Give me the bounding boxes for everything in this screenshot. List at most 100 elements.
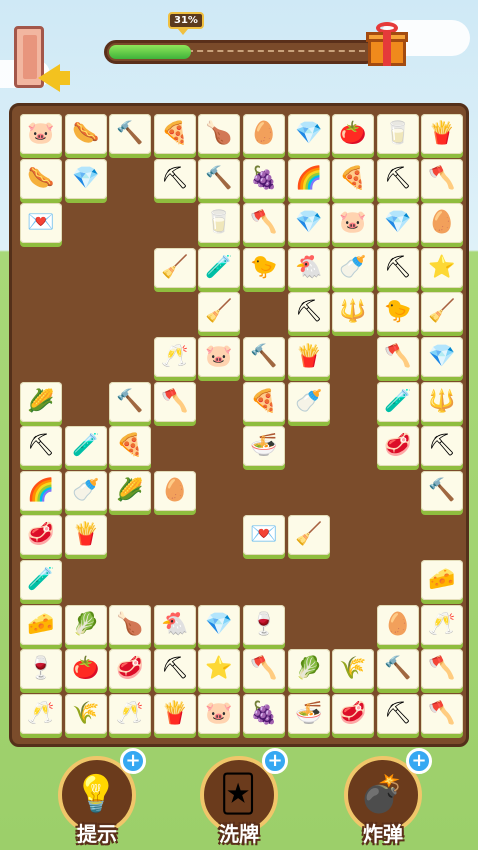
cheese-tile[interactable]: 🧀 — [421, 560, 463, 600]
axe-tile[interactable]: 🪓 — [243, 203, 285, 243]
pig-tile[interactable]: 🐷 — [198, 694, 240, 734]
broom-tile[interactable]: 🧹 — [198, 292, 240, 332]
fries-tile[interactable]: 🍟 — [65, 515, 107, 555]
corn-tile[interactable]: 🌽 — [109, 471, 151, 511]
sickle-tile[interactable]: ⛏ — [377, 694, 419, 734]
wine-glass-tile[interactable]: 🥂 — [154, 337, 196, 377]
plus-icon[interactable]: + — [406, 748, 432, 774]
pig-tile[interactable]: 🐷 — [332, 203, 374, 243]
rainbow-ball-tile[interactable]: 🌈 — [20, 471, 62, 511]
shuffle-button[interactable]: 🃏 + 洗牌 — [196, 748, 288, 846]
hammer-tile[interactable]: 🔨 — [377, 649, 419, 689]
pizza-tile[interactable]: 🍕 — [332, 159, 374, 199]
steak-tile[interactable]: 🥩 — [20, 515, 62, 555]
shovel-tile[interactable]: ⛏ — [288, 292, 330, 332]
rainbow-ball-tile[interactable]: 🌈 — [288, 159, 330, 199]
potion-tile[interactable]: 🧪 — [198, 248, 240, 288]
envelope-tile[interactable]: 💌 — [243, 515, 285, 555]
plus-icon[interactable]: + — [262, 748, 288, 774]
tomato-tile[interactable]: 🍅 — [332, 114, 374, 154]
shovel-tile[interactable]: ⛏ — [20, 426, 62, 466]
chick-tile[interactable]: 🐤 — [377, 292, 419, 332]
hotdog-tile[interactable]: 🌭 — [65, 114, 107, 154]
shovel-tile[interactable]: ⛏ — [421, 426, 463, 466]
hammer-tile[interactable]: 🔨 — [109, 114, 151, 154]
star-tile[interactable]: ⭐ — [421, 248, 463, 288]
noodle-bowl-tile[interactable]: 🍜 — [288, 694, 330, 734]
rake-tile[interactable]: 🔱 — [421, 382, 463, 422]
pig-tile[interactable]: 🐷 — [198, 337, 240, 377]
milk-bottle-tile[interactable]: 🍼 — [65, 471, 107, 511]
diamond-tile[interactable]: 💎 — [65, 159, 107, 199]
wine-glass-tile[interactable]: 🥂 — [421, 605, 463, 645]
eggs-tile[interactable]: 🥚 — [154, 471, 196, 511]
shovel-tile[interactable]: ⛏ — [154, 649, 196, 689]
red-wine-tile[interactable]: 🍷 — [20, 649, 62, 689]
drumstick-tile[interactable]: 🍗 — [109, 605, 151, 645]
plus-icon[interactable]: + — [120, 748, 146, 774]
chick-tile[interactable]: 🐤 — [243, 248, 285, 288]
grapes-tile[interactable]: 🍇 — [243, 694, 285, 734]
hotdog-tile[interactable]: 🌭 — [20, 159, 62, 199]
egg-tile[interactable]: 🥚 — [243, 114, 285, 154]
red-wine-tile[interactable]: 🍷 — [243, 605, 285, 645]
bomb-button[interactable]: 💣 + 炸弹 — [340, 748, 432, 846]
leek-tile[interactable]: 🥬 — [65, 605, 107, 645]
potion-tile[interactable]: 🧪 — [377, 382, 419, 422]
glass-tile[interactable]: 🥛 — [198, 203, 240, 243]
hammer-tile[interactable]: 🔨 — [198, 159, 240, 199]
potion-tile[interactable]: 🧪 — [65, 426, 107, 466]
hint-button[interactable]: 💡 + 提示 — [54, 748, 146, 846]
milk-bottle-tile[interactable]: 🍼 — [288, 382, 330, 422]
wine-glass-tile[interactable]: 🥂 — [109, 694, 151, 734]
cheese-tile[interactable]: 🧀 — [20, 605, 62, 645]
exit-door-button[interactable] — [14, 26, 70, 92]
envelope-tile[interactable]: 💌 — [20, 203, 62, 243]
broom-tile[interactable]: 🧹 — [154, 248, 196, 288]
noodle-bowl-tile[interactable]: 🍜 — [243, 426, 285, 466]
axe-tile[interactable]: 🪓 — [243, 649, 285, 689]
axe-tile[interactable]: 🪓 — [377, 337, 419, 377]
pig-tile[interactable]: 🐷 — [20, 114, 62, 154]
axe-tile[interactable]: 🪓 — [154, 382, 196, 422]
chicken-tile[interactable]: 🐔 — [154, 605, 196, 645]
diamond-tile[interactable]: 💎 — [377, 203, 419, 243]
egg-tile[interactable]: 🥚 — [421, 203, 463, 243]
diamond-tile[interactable]: 💎 — [288, 203, 330, 243]
fries-tile[interactable]: 🍟 — [154, 694, 196, 734]
diamond-tile[interactable]: 💎 — [288, 114, 330, 154]
broom-tile[interactable]: 🧹 — [421, 292, 463, 332]
tomato-tile[interactable]: 🍅 — [65, 649, 107, 689]
drumstick-tile[interactable]: 🍗 — [198, 114, 240, 154]
potion-tile[interactable]: 🧪 — [20, 560, 62, 600]
fries-tile[interactable]: 🍟 — [421, 114, 463, 154]
shovel-tile[interactable]: ⛏ — [377, 248, 419, 288]
shovel-tile[interactable]: ⛏ — [377, 159, 419, 199]
hammer-tile[interactable]: 🔨 — [243, 337, 285, 377]
gift-box-icon[interactable] — [366, 22, 408, 68]
sickle-tile[interactable]: ⛏ — [154, 159, 196, 199]
axe-tile[interactable]: 🪓 — [421, 694, 463, 734]
leek-tile[interactable]: 🥬 — [288, 649, 330, 689]
broom-tile[interactable]: 🧹 — [288, 515, 330, 555]
wheat-tile[interactable]: 🌾 — [332, 649, 374, 689]
corn-tile[interactable]: 🌽 — [20, 382, 62, 422]
pizza-tile[interactable]: 🍕 — [109, 426, 151, 466]
pizza-tile[interactable]: 🍕 — [243, 382, 285, 422]
milk-bottle-tile[interactable]: 🍼 — [332, 248, 374, 288]
axe-tile[interactable]: 🪓 — [421, 159, 463, 199]
rake-tile[interactable]: 🔱 — [332, 292, 374, 332]
steak-tile[interactable]: 🥩 — [109, 649, 151, 689]
diamond-tile[interactable]: 💎 — [198, 605, 240, 645]
steak-tile[interactable]: 🥩 — [332, 694, 374, 734]
glass-tile[interactable]: 🥛 — [377, 114, 419, 154]
steak-tile[interactable]: 🥩 — [377, 426, 419, 466]
grapes-tile[interactable]: 🍇 — [243, 159, 285, 199]
pizza-tile[interactable]: 🍕 — [154, 114, 196, 154]
fries-tile[interactable]: 🍟 — [288, 337, 330, 377]
hammer-tile[interactable]: 🔨 — [109, 382, 151, 422]
star-tile[interactable]: ⭐ — [198, 649, 240, 689]
wheat-tile[interactable]: 🌾 — [65, 694, 107, 734]
hammer-tile[interactable]: 🔨 — [421, 471, 463, 511]
diamond-tile[interactable]: 💎 — [421, 337, 463, 377]
